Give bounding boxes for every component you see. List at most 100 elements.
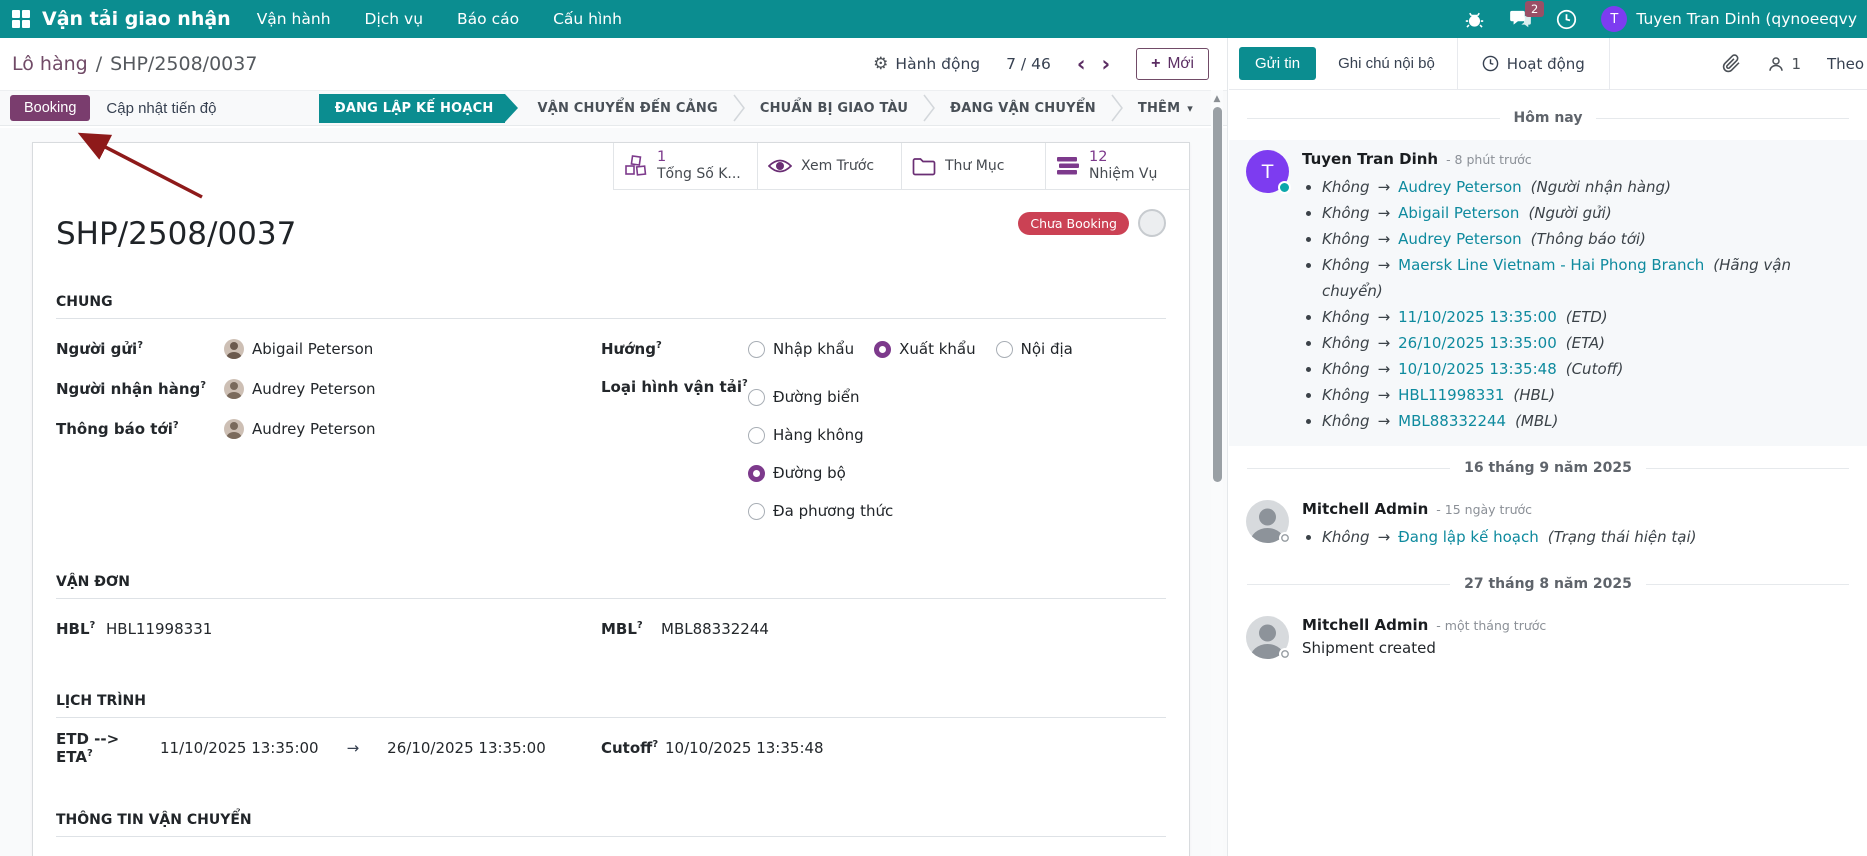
radio-xuat-khau[interactable]: Xuất khẩu (874, 340, 976, 358)
tracking-field-name: (Cutoff) (1566, 360, 1624, 378)
radio-noi-dia[interactable]: Nội địa (996, 340, 1073, 358)
record-title[interactable]: SHP/2508/0037 (56, 216, 1166, 252)
tracking-new-value[interactable]: Maersk Line Vietnam - Hai Phong Branch (1398, 256, 1704, 274)
smart-button-folder[interactable]: Thư Mục (901, 143, 1045, 189)
record-badges: Chưa Booking (1018, 209, 1166, 237)
radio-icon (748, 503, 765, 520)
user-menu[interactable]: T Tuyen Tran Dinh (qynoeeqvy (1601, 6, 1857, 32)
menu-bao-cao[interactable]: Báo cáo (457, 10, 519, 28)
activities-label: Hoạt động (1507, 55, 1585, 73)
tracking-old-value: Không (1322, 386, 1370, 404)
tracking-arrow-icon: → (1378, 308, 1391, 326)
radio-da-phuong-thuc[interactable]: Đa phương thức (748, 492, 893, 530)
tasks-icon (1056, 156, 1080, 176)
messages-icon[interactable]: 2 (1509, 8, 1531, 30)
mbl-value[interactable]: MBL88332244 (661, 620, 769, 638)
stage-bar: ĐANG LẬP KẾ HOẠCH VẬN CHUYỂN ĐẾN CẢNG CH… (319, 91, 1207, 125)
sender-value[interactable]: Abigail Peterson (224, 339, 373, 359)
smart-button-preview[interactable]: Xem Trước (757, 143, 901, 189)
debug-bug-icon[interactable] (1463, 8, 1485, 30)
tracking-new-value[interactable]: Abigail Peterson (1398, 204, 1519, 222)
section-shipping-info: THÔNG TIN VẬN CHUYỂN (56, 812, 1166, 837)
vertical-scrollbar: ▲ (1211, 90, 1223, 856)
stage-more-dropdown[interactable]: THÊM ▾ (1124, 101, 1207, 116)
tracking-new-value[interactable]: 10/10/2025 13:35:48 (1398, 360, 1557, 378)
pager-next-icon[interactable]: › (1101, 54, 1110, 75)
notify-value[interactable]: Audrey Peterson (224, 419, 376, 439)
schedule-grid: ETD --> ETA? 11/10/2025 13:35:00 → 26/10… (56, 728, 1166, 768)
action-menu-button[interactable]: ⚙ Hành động (873, 54, 980, 74)
update-progress-button[interactable]: Cập nhật tiến độ (106, 100, 216, 117)
breadcrumb-parent[interactable]: Lô hàng (12, 53, 88, 75)
radio-duong-bo[interactable]: Đường bộ (748, 454, 893, 492)
pager-value[interactable]: 7 / 46 (1006, 55, 1051, 73)
breadcrumb-current: SHP/2508/0037 (110, 53, 257, 75)
followers-button[interactable]: 1 (1767, 55, 1801, 73)
smart-button-tasks[interactable]: 12 Nhiệm Vụ (1045, 143, 1189, 189)
tracking-new-value[interactable]: Audrey Peterson (1398, 230, 1522, 248)
apps-grid-icon[interactable] (12, 10, 30, 28)
shipping-left-column: Tuyến đường? [R00011] Cảng Đình Vũ đến H… (56, 847, 601, 856)
message-author[interactable]: Mitchell Admin (1302, 500, 1428, 518)
radio-nhap-khau[interactable]: Nhập khẩu (748, 340, 854, 358)
consignee-value[interactable]: Audrey Peterson (224, 379, 376, 399)
tracking-old-value: Không (1322, 178, 1370, 196)
breadcrumb: Lô hàng / SHP/2508/0037 (12, 53, 257, 75)
message-author[interactable]: Mitchell Admin (1302, 616, 1428, 634)
tracking-new-value[interactable]: HBL11998331 (1398, 386, 1504, 404)
etd-value[interactable]: 11/10/2025 13:35:00 (160, 739, 319, 757)
field-mbl: MBL? MBL88332244 (601, 609, 1166, 649)
stage-dang-lap-ke-hoach[interactable]: ĐANG LẬP KẾ HOẠCH (319, 94, 506, 123)
action-label: Hành động (895, 55, 980, 73)
plus-icon: + (1151, 55, 1160, 73)
tracking-old-value: Không (1322, 412, 1370, 430)
tracking-new-value[interactable]: Audrey Peterson (1398, 178, 1522, 196)
log-note-button[interactable]: Ghi chú nội bộ (1338, 55, 1435, 72)
tracking-new-value[interactable]: Đang lập kế hoạch (1398, 528, 1539, 546)
stage-dang-van-chuyen[interactable]: ĐANG VẬN CHUYỂN (936, 101, 1110, 116)
scroll-up-icon[interactable]: ▲ (1211, 94, 1223, 104)
activity-clock-icon[interactable] (1555, 8, 1577, 30)
field-sender: Người gửi? Abigail Peterson (56, 329, 601, 369)
menu-van-hanh[interactable]: Vận hành (257, 10, 331, 28)
tracking-new-value[interactable]: MBL88332244 (1398, 412, 1506, 430)
tracking-new-value[interactable]: 26/10/2025 13:35:00 (1398, 334, 1557, 352)
pager-previous-icon[interactable]: ‹ (1077, 54, 1086, 75)
field-direction: Hướng? Nhập khẩu Xuất khẩu Nội địa (601, 329, 1166, 369)
radio-duong-bien[interactable]: Đường biển (748, 378, 893, 416)
stage-van-chuyen-den-cang[interactable]: VẬN CHUYỂN ĐẾN CẢNG (523, 101, 731, 116)
tracking-arrow-icon: → (1378, 360, 1391, 378)
app-name[interactable]: Vận tải giao nhận (42, 8, 231, 30)
booking-button[interactable]: Booking (10, 95, 90, 121)
tracking-old-value: Không (1322, 230, 1370, 248)
form-sheet: 1 Tổng Số K... Xem Trước Thư Mục (32, 142, 1190, 856)
send-message-button[interactable]: Gửi tin (1239, 47, 1316, 80)
tracking-arrow-icon: → (1378, 528, 1391, 546)
stage-chuan-bi-giao-tau[interactable]: CHUẨN BỊ GIAO TÀU (746, 101, 922, 116)
section-general: CHUNG (56, 294, 1166, 319)
smart-button-row: 1 Tổng Số K... Xem Trước Thư Mục (33, 143, 1189, 190)
tracking-row: Không→26/10/2025 13:35:00(ETA) (1322, 330, 1853, 356)
tracking-new-value[interactable]: 11/10/2025 13:35:00 (1398, 308, 1557, 326)
smart-button-packages[interactable]: 1 Tổng Số K... (613, 143, 757, 189)
new-record-button[interactable]: + Mới (1136, 48, 1209, 80)
message: T Tuyen Tran Dinh - 8 phút trước Không→A… (1229, 140, 1867, 446)
radio-hang-khong[interactable]: Hàng không (748, 416, 893, 454)
menu-dich-vu[interactable]: Dịch vụ (365, 10, 424, 28)
activities-button[interactable]: Hoạt động (1457, 38, 1610, 89)
hbl-value[interactable]: HBL11998331 (106, 620, 212, 638)
messages-badge: 2 (1525, 1, 1544, 17)
attachments-button[interactable] (1722, 54, 1741, 73)
scrollbar-thumb[interactable] (1213, 107, 1222, 482)
menu-cau-hinh[interactable]: Cấu hình (553, 10, 622, 28)
status-badge: Chưa Booking (1018, 212, 1129, 235)
eta-value[interactable]: 26/10/2025 13:35:00 (387, 739, 546, 757)
control-right: ⚙ Hành động 7 / 46 ‹ › + Mới (873, 48, 1209, 80)
form-view-background: 1 Tổng Số K... Xem Trước Thư Mục (0, 128, 1227, 856)
cutoff-value[interactable]: 10/10/2025 13:35:48 (665, 739, 824, 757)
message: Mitchell Admin - một tháng trước Shipmen… (1229, 606, 1867, 671)
follow-button[interactable]: Theo (1827, 55, 1867, 73)
message-avatar: T (1246, 150, 1289, 193)
followers-count: 1 (1791, 55, 1801, 73)
message-author[interactable]: Tuyen Tran Dinh (1302, 150, 1438, 168)
